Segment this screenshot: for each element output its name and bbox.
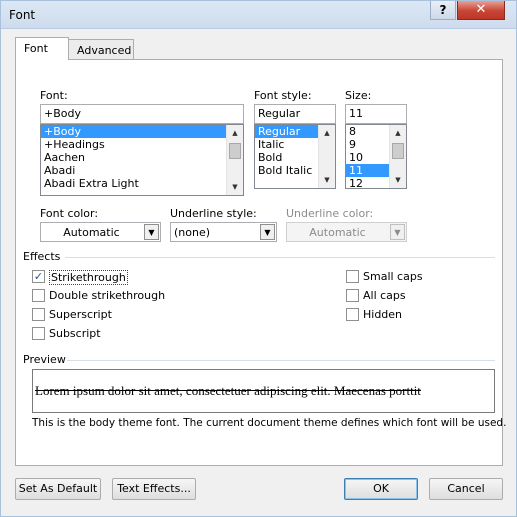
set-as-default-button[interactable]: Set As Default bbox=[15, 478, 101, 500]
preview-divider bbox=[67, 360, 495, 361]
scroll-down-icon[interactable]: ▼ bbox=[319, 172, 335, 188]
size-list-scrollbar[interactable]: ▲ ▼ bbox=[389, 125, 406, 188]
checkmark-icon: ✓ bbox=[33, 270, 44, 283]
font-style-input[interactable]: Regular bbox=[254, 104, 336, 124]
font-list-item[interactable]: Abadi Extra Light bbox=[41, 177, 243, 190]
underline-color-label: Underline color: bbox=[286, 207, 374, 220]
double-strikethrough-checkbox[interactable] bbox=[32, 289, 45, 302]
help-button[interactable]: ? bbox=[430, 1, 456, 20]
superscript-label[interactable]: Superscript bbox=[49, 308, 112, 321]
small-caps-label[interactable]: Small caps bbox=[363, 270, 423, 283]
all-caps-checkbox[interactable] bbox=[346, 289, 359, 302]
preview-box: Lorem ipsum dolor sit amet, consectetuer… bbox=[32, 369, 495, 413]
window-title: Font bbox=[9, 8, 36, 22]
chevron-down-icon: ▼ bbox=[390, 224, 405, 240]
hidden-checkbox[interactable] bbox=[346, 308, 359, 321]
size-label: Size: bbox=[345, 89, 372, 102]
underline-color-value: Automatic bbox=[309, 226, 366, 239]
font-list-item[interactable]: Abadi bbox=[41, 164, 243, 177]
subscript-label[interactable]: Subscript bbox=[49, 327, 101, 340]
tab-advanced[interactable]: Advanced bbox=[68, 39, 134, 61]
strikethrough-label[interactable]: Strikethrough bbox=[49, 270, 128, 285]
ok-button[interactable]: OK bbox=[344, 478, 418, 500]
size-list[interactable]: 8 9 10 11 12 ▲ ▼ bbox=[345, 124, 407, 189]
scroll-down-icon[interactable]: ▼ bbox=[227, 179, 243, 195]
cancel-button[interactable]: Cancel bbox=[429, 478, 503, 500]
small-caps-checkbox[interactable] bbox=[346, 270, 359, 283]
subscript-checkbox[interactable] bbox=[32, 327, 45, 340]
tab-advanced-label: Advanced bbox=[77, 44, 132, 57]
chevron-down-icon[interactable]: ▼ bbox=[260, 224, 275, 240]
font-label: Font: bbox=[40, 89, 68, 102]
font-list-item[interactable]: +Headings bbox=[41, 138, 243, 151]
underline-style-dropdown[interactable]: (none) ▼ bbox=[170, 222, 277, 242]
size-input[interactable]: 11 bbox=[345, 104, 407, 124]
font-color-dropdown[interactable]: Automatic ▼ bbox=[40, 222, 161, 242]
font-style-list-scrollbar[interactable]: ▲ ▼ bbox=[318, 125, 335, 188]
font-list[interactable]: +Body +Headings Aachen Abadi Abadi Extra Lig… bbox=[40, 124, 244, 196]
tab-font-label: Font bbox=[24, 42, 48, 55]
superscript-checkbox[interactable] bbox=[32, 308, 45, 321]
font-list-items: +Body +Headings Aachen Abadi Abadi Extra Lig… bbox=[41, 125, 243, 190]
font-list-item[interactable]: Aachen bbox=[41, 151, 243, 164]
scroll-thumb[interactable] bbox=[229, 143, 241, 159]
font-name-input[interactable]: +Body bbox=[40, 104, 244, 124]
underline-style-value: (none) bbox=[174, 226, 211, 239]
underline-color-dropdown: Automatic ▼ bbox=[286, 222, 407, 242]
hidden-label[interactable]: Hidden bbox=[363, 308, 402, 321]
preview-description: This is the body theme font. The current… bbox=[32, 417, 507, 429]
font-style-list[interactable]: Regular Italic Bold Bold Italic ▲ ▼ bbox=[254, 124, 336, 189]
preview-sample-text: Lorem ipsum dolor sit amet, consectetuer… bbox=[35, 383, 421, 398]
font-list-item[interactable]: +Body bbox=[41, 125, 243, 138]
all-caps-label[interactable]: All caps bbox=[363, 289, 406, 302]
text-effects-button[interactable]: Text Effects... bbox=[112, 478, 196, 500]
preview-label: Preview bbox=[23, 353, 66, 366]
scroll-thumb[interactable] bbox=[392, 143, 404, 159]
effects-divider bbox=[65, 257, 495, 258]
font-list-scrollbar[interactable]: ▲ ▼ bbox=[226, 125, 243, 195]
underline-style-label: Underline style: bbox=[170, 207, 257, 220]
tab-font[interactable]: Font bbox=[15, 37, 69, 60]
font-color-value: Automatic bbox=[63, 226, 120, 239]
title-bar[interactable]: Font ? ✕ bbox=[1, 1, 516, 29]
scroll-up-icon[interactable]: ▲ bbox=[390, 125, 406, 141]
chevron-down-icon[interactable]: ▼ bbox=[144, 224, 159, 240]
font-color-label: Font color: bbox=[40, 207, 99, 220]
scroll-down-icon[interactable]: ▼ bbox=[390, 172, 406, 188]
close-button[interactable]: ✕ bbox=[457, 1, 505, 20]
double-strikethrough-label[interactable]: Double strikethrough bbox=[49, 289, 165, 302]
effects-label: Effects bbox=[23, 250, 61, 263]
scroll-up-icon[interactable]: ▲ bbox=[319, 125, 335, 141]
strikethrough-checkbox[interactable]: ✓ bbox=[32, 270, 45, 283]
scroll-up-icon[interactable]: ▲ bbox=[227, 125, 243, 141]
font-dialog: Font ? ✕ Font Advanced Font: +Body +Body… bbox=[0, 0, 517, 517]
font-style-label: Font style: bbox=[254, 89, 312, 102]
